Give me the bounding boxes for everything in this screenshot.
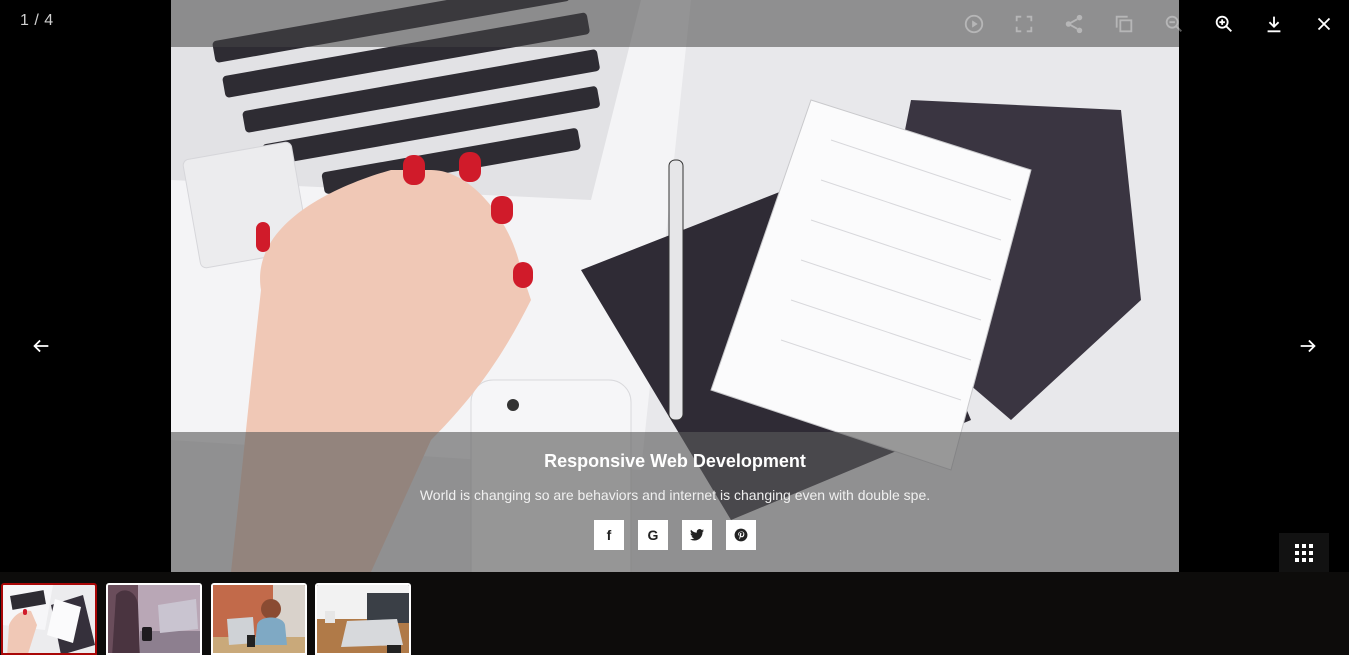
pinterest-icon — [734, 528, 748, 542]
thumbnail-strip — [0, 572, 1349, 655]
image-caption: Responsive Web Development World is chan… — [171, 432, 1179, 572]
arrow-left-icon — [33, 339, 49, 353]
zoom-in-button[interactable] — [1199, 0, 1249, 47]
download-button[interactable] — [1249, 0, 1299, 47]
zoom-out-button[interactable] — [1149, 0, 1199, 47]
thumb-woman-macbook — [213, 585, 305, 653]
twitter-share-button[interactable] — [682, 520, 712, 550]
fullscreen-button[interactable] — [999, 0, 1049, 47]
close-icon — [1317, 17, 1331, 30]
previous-button[interactable] — [25, 330, 57, 362]
lightbox-toolbar — [949, 0, 1349, 47]
zoom-out-icon — [1165, 15, 1182, 32]
close-button[interactable] — [1299, 0, 1349, 47]
download-icon — [1267, 16, 1281, 32]
thumb-desk-laptop — [317, 585, 409, 653]
share-button[interactable] — [1049, 0, 1099, 47]
social-share-row: f G — [171, 520, 1179, 550]
pinterest-share-button[interactable] — [726, 520, 756, 550]
thumb-woman-laptop — [108, 585, 200, 653]
facebook-share-button[interactable]: f — [594, 520, 624, 550]
thumbnail-toggle-button[interactable] — [1279, 533, 1329, 572]
twitter-icon — [690, 529, 704, 541]
thumbnail-1[interactable] — [1, 583, 97, 655]
copy-icon — [1115, 15, 1133, 32]
thumb-laptop-notebook — [3, 585, 95, 653]
main-image: Responsive Web Development World is chan… — [171, 0, 1179, 572]
thumbnail-4[interactable] — [315, 583, 411, 655]
share-icon — [1065, 14, 1083, 33]
arrow-right-icon — [1300, 339, 1316, 353]
copy-button[interactable] — [1099, 0, 1149, 47]
caption-title: Responsive Web Development — [544, 451, 806, 471]
google-share-button[interactable]: G — [638, 520, 668, 550]
slide-counter: 1 / 4 — [20, 12, 54, 29]
facebook-icon: f — [606, 527, 612, 543]
play-icon — [964, 14, 984, 33]
caption-subtitle: World is changing so are behaviors and i… — [419, 487, 931, 503]
next-button[interactable] — [1292, 330, 1324, 362]
grid-icon — [1295, 543, 1313, 562]
fullscreen-icon — [1015, 15, 1033, 32]
slideshow-button[interactable] — [949, 0, 999, 47]
zoom-in-icon — [1215, 15, 1232, 32]
google-icon: G — [647, 527, 659, 543]
thumbnail-3[interactable] — [211, 583, 307, 655]
thumbnail-2[interactable] — [106, 583, 202, 655]
